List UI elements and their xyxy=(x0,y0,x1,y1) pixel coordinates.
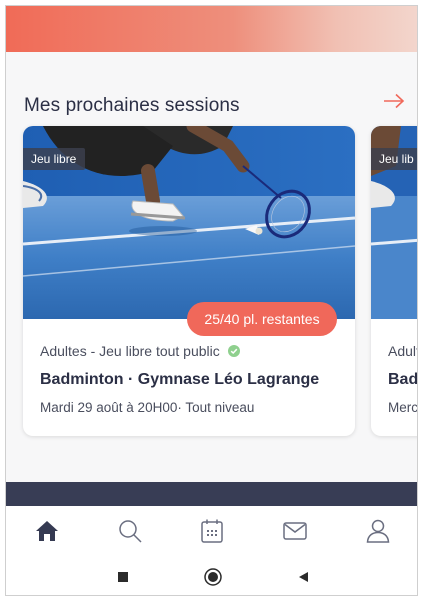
session-details: Mardi 29 août à 20H00· Tout niveau xyxy=(40,400,255,415)
session-audience: Adult xyxy=(388,343,418,359)
see-all-button[interactable] xyxy=(379,86,409,116)
footer-band xyxy=(6,482,417,506)
system-navigation-bar xyxy=(6,556,417,595)
session-card[interactable]: Jeu lib Adult Badr Merc xyxy=(371,126,418,436)
user-icon xyxy=(366,519,389,543)
recent-apps-button[interactable] xyxy=(113,567,133,587)
session-audience-label: Adultes - Jeu libre tout public xyxy=(40,343,220,359)
nav-profile[interactable] xyxy=(336,506,417,556)
home-icon xyxy=(36,521,59,541)
session-audience-label: Adult xyxy=(388,343,418,359)
app-frame: Mes prochaines sessions Jeu libre 25/40 … xyxy=(5,5,418,596)
session-type-tag: Jeu libre xyxy=(23,148,86,170)
session-audience: Adultes - Jeu libre tout public xyxy=(40,343,240,359)
search-icon xyxy=(119,520,142,543)
session-title: Badr xyxy=(388,371,418,388)
section-title: Mes prochaines sessions xyxy=(24,95,240,116)
session-card[interactable]: Jeu libre 25/40 pl. restantes Adultes - … xyxy=(23,126,355,436)
mail-icon xyxy=(283,522,307,540)
system-home-button[interactable] xyxy=(203,567,223,587)
bottom-nav xyxy=(6,506,417,556)
nav-search[interactable] xyxy=(89,506,172,556)
session-title: Badminton · Gymnase Léo Lagrange xyxy=(40,371,320,388)
nav-messages[interactable] xyxy=(254,506,337,556)
session-photo: Jeu lib xyxy=(371,126,417,319)
session-details: Merc xyxy=(388,400,418,415)
arrow-right-icon xyxy=(384,93,405,109)
remaining-seats-badge: 25/40 pl. restantes xyxy=(187,302,337,336)
header-banner xyxy=(6,6,417,52)
nav-home[interactable] xyxy=(6,506,89,556)
home-circle-icon xyxy=(203,567,222,586)
calendar-icon xyxy=(201,519,224,543)
main-content: Mes prochaines sessions Jeu libre 25/40 … xyxy=(6,52,418,482)
back-icon xyxy=(298,571,308,582)
system-back-button[interactable] xyxy=(293,567,313,587)
recent-apps-icon xyxy=(117,571,128,582)
nav-calendar[interactable] xyxy=(171,506,254,556)
check-icon xyxy=(227,345,240,357)
session-type-tag: Jeu lib xyxy=(371,148,417,170)
session-photo: Jeu libre xyxy=(23,126,355,319)
